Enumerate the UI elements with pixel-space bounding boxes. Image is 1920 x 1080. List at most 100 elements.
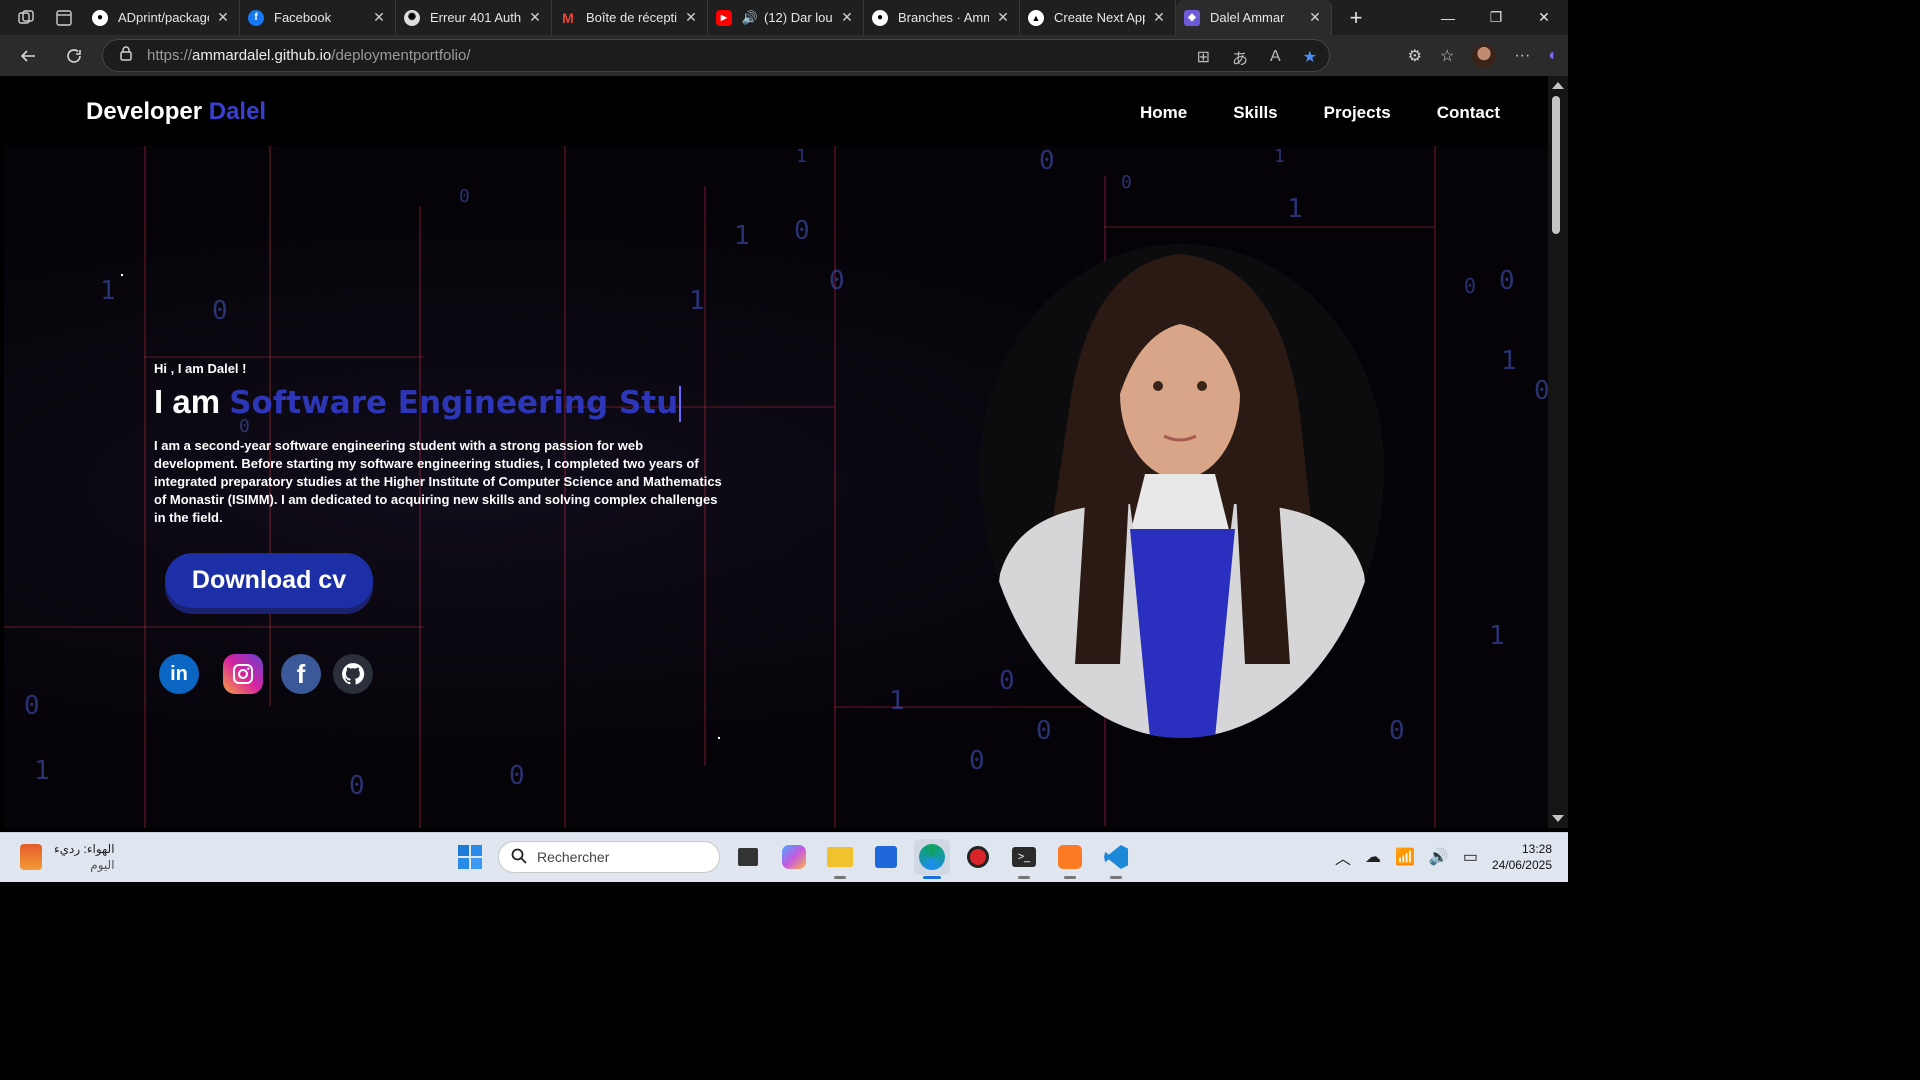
github-icon: ● [872, 9, 888, 26]
window-controls: — ❐ ✕ [1424, 0, 1568, 35]
page-viewport: 0 1 0 1 0 1 0 0 0 1 0 0 1 0 0 1 0 1 0 0 … [4, 76, 1548, 828]
app-available-icon[interactable]: ⊞ [1197, 47, 1210, 67]
file-explorer-icon[interactable] [822, 839, 858, 879]
url-prefix: https:// [147, 47, 193, 64]
greeting: Hi , I am Dalel ! [154, 361, 247, 376]
weather-widget[interactable]: الهواء: رديء اليوم [20, 841, 115, 873]
speaker-icon[interactable]: 🔊 [742, 10, 758, 26]
profile-avatar[interactable] [1472, 43, 1497, 68]
wifi-icon[interactable]: 📶 [1395, 847, 1415, 867]
read-aloud-icon[interactable]: A [1270, 48, 1281, 66]
vertical-tabs-icon[interactable] [52, 6, 76, 30]
scroll-down-arrow[interactable] [1552, 815, 1564, 822]
clock[interactable]: 13:28 24/06/2025 [1492, 841, 1552, 873]
github-icon[interactable] [333, 654, 373, 694]
clock-time: 13:28 [1521, 842, 1552, 856]
translate-icon[interactable]: あ [1232, 45, 1248, 69]
tab-gmail[interactable]: M Boîte de réceptio ✕ [552, 0, 708, 35]
tab-erreur[interactable]: ✺ Erreur 401 Authen ✕ [396, 0, 552, 35]
github-icon: ● [92, 9, 108, 26]
search-placeholder: Rechercher [537, 849, 610, 865]
taskbar-search[interactable]: Rechercher [498, 841, 720, 873]
url-host: ammardalel.github.io [192, 47, 332, 64]
chevron-up-icon[interactable]: ︿ [1335, 845, 1351, 869]
instagram-icon[interactable] [223, 654, 263, 694]
back-button[interactable] [10, 40, 46, 72]
linkedin-icon[interactable]: in [159, 654, 199, 694]
workspaces-icon[interactable] [14, 6, 38, 30]
portfolio-icon: ◆ [1184, 9, 1200, 26]
tab-branches[interactable]: ● Branches · Amma ✕ [864, 0, 1020, 35]
tab-strip: ● ADprint/package ✕ f Facebook ✕ ✺ Erreu… [0, 0, 1568, 35]
restore-button[interactable]: ❐ [1472, 0, 1520, 35]
close-icon[interactable]: ✕ [527, 9, 543, 26]
headline: I am Software Engineering Stu [154, 383, 682, 423]
battery-icon[interactable]: ▭ [1463, 847, 1478, 867]
weather-title: الهواء: رديء [54, 842, 115, 856]
volume-icon[interactable]: 🔊 [1429, 847, 1449, 867]
favorites-icon[interactable]: ☆ [1440, 46, 1454, 66]
task-view-icon[interactable] [730, 839, 766, 875]
close-icon[interactable]: ✕ [1151, 9, 1167, 26]
url-path: /deploymentportfolio/ [331, 47, 471, 64]
address-bar[interactable]: https://ammardalel.github.io/deploymentp… [102, 39, 1330, 72]
nav-home[interactable]: Home [1140, 103, 1187, 123]
tab-next-app[interactable]: ▲ Create Next App ✕ [1020, 0, 1176, 35]
youtube-icon: ▶ [716, 9, 732, 26]
typed-role: Software Engineering Stu [229, 385, 679, 421]
app-red-icon[interactable] [960, 839, 996, 875]
close-icon[interactable]: ✕ [371, 9, 387, 26]
site-header: Developer Dalel Home Skills Projects Con… [4, 76, 1548, 146]
headline-prefix: I am [154, 383, 221, 420]
facebook-icon: f [248, 9, 264, 26]
logo-second: Dalel [208, 98, 267, 125]
new-tab-button[interactable]: + [1340, 2, 1372, 34]
close-icon[interactable]: ✕ [995, 9, 1011, 26]
page-scrollbar[interactable] [1548, 76, 1568, 828]
minimize-button[interactable]: — [1424, 0, 1472, 35]
browser-tools: ⚙ ☆ ··· ◐ [1408, 35, 1558, 76]
start-icon[interactable] [452, 839, 488, 875]
onedrive-icon[interactable]: ☁ [1365, 847, 1381, 867]
lock-icon[interactable] [119, 45, 133, 66]
close-icon[interactable]: ✕ [683, 9, 699, 26]
close-icon[interactable]: ✕ [215, 9, 231, 26]
toolbar: https://ammardalel.github.io/deploymentp… [0, 35, 1568, 76]
download-cv-button[interactable]: Download cv [165, 553, 373, 608]
logo-first: Developer [86, 98, 203, 125]
about-description: I am a second-year software engineering … [154, 438, 722, 525]
address-actions: ⊞ あ A ★ [1197, 40, 1317, 73]
tab-dalel-ammar[interactable]: ◆ Dalel Ammar ✕ [1176, 0, 1332, 35]
close-icon[interactable]: ✕ [1307, 9, 1323, 26]
refresh-button[interactable] [56, 40, 92, 72]
tab-adprint[interactable]: ● ADprint/package ✕ [84, 0, 240, 35]
taskbar: الهواء: رديء اليوم Rechercher >_ ︿ ☁ 📶 🔊… [0, 832, 1568, 882]
url-text: https://ammardalel.github.io/deploymentp… [147, 47, 471, 64]
tab-facebook[interactable]: f Facebook ✕ [240, 0, 396, 35]
store-icon[interactable] [868, 839, 904, 875]
extensions-icon[interactable]: ⚙ [1408, 46, 1422, 66]
social-links: in f [159, 654, 373, 694]
more-menu-icon[interactable]: ··· [1514, 47, 1530, 65]
weather-text: الهواء: رديء اليوم [54, 841, 115, 873]
close-window-button[interactable]: ✕ [1520, 0, 1568, 35]
openai-icon: ✺ [404, 9, 420, 26]
copilot-icon[interactable]: ◐ [1548, 47, 1558, 65]
facebook-icon[interactable]: f [281, 654, 321, 694]
nav-projects[interactable]: Projects [1324, 103, 1391, 123]
scroll-up-arrow[interactable] [1552, 82, 1564, 89]
weather-sub: اليوم [90, 858, 115, 872]
gmail-icon: M [562, 9, 574, 26]
nav-contact[interactable]: Contact [1437, 103, 1500, 123]
scroll-thumb[interactable] [1552, 96, 1560, 234]
close-icon[interactable]: ✕ [839, 9, 855, 26]
xampp-icon[interactable] [1052, 839, 1088, 879]
favorite-star-icon[interactable]: ★ [1303, 47, 1317, 67]
site-logo[interactable]: Developer Dalel [86, 98, 266, 126]
edge-icon[interactable] [914, 839, 950, 879]
terminal-icon[interactable]: >_ [1006, 839, 1042, 879]
tab-youtube[interactable]: ▶ 🔊 (12) Dar lou ✕ [708, 0, 864, 35]
nav-skills[interactable]: Skills [1233, 103, 1277, 123]
vscode-icon[interactable] [1098, 839, 1134, 879]
copilot-taskbar-icon[interactable] [776, 839, 812, 875]
